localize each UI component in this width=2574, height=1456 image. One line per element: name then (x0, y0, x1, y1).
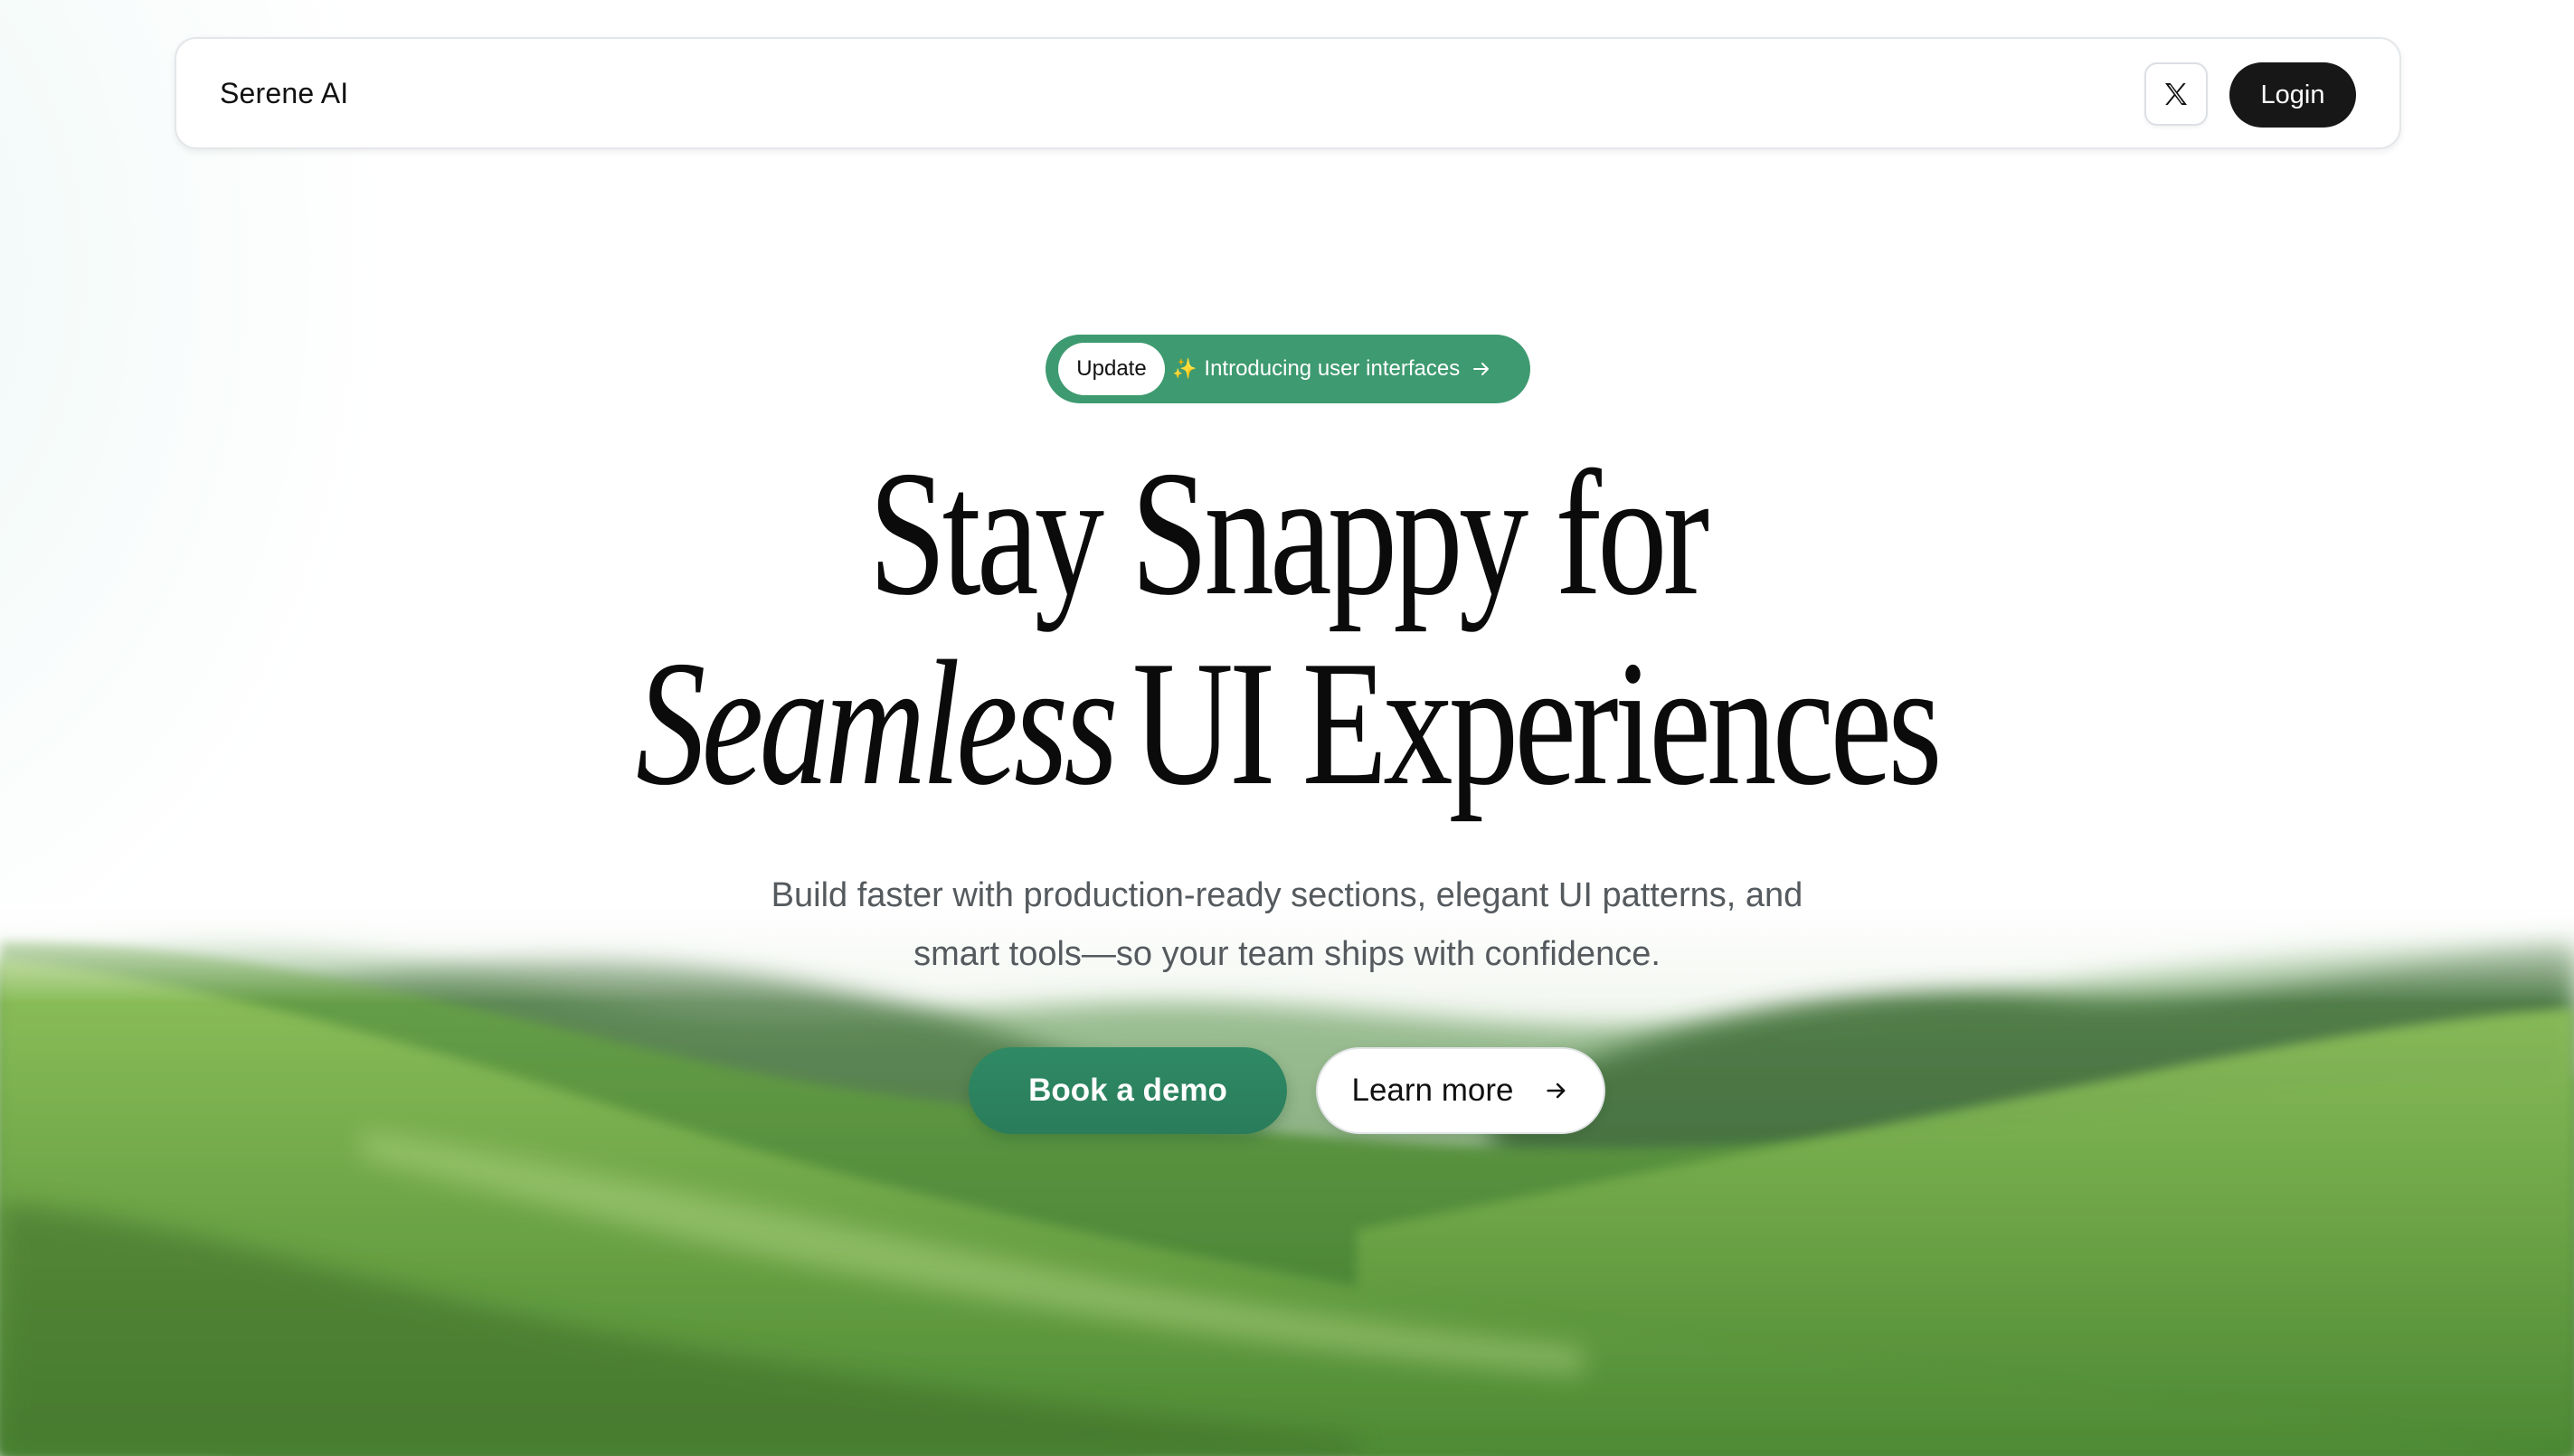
learn-more-label: Learn more (1351, 1073, 1514, 1108)
announcement-pill[interactable]: Update ✨ Introducing user interfaces (1046, 335, 1530, 403)
sparkles-icon: ✨ (1172, 357, 1197, 380)
hero-subtitle-line-1: Build faster with production-ready secti… (771, 876, 1803, 914)
x-social-button[interactable] (2144, 62, 2208, 126)
hero-title-rest: UI Experiences (1132, 624, 1942, 822)
landing-page: Serene AI Login Update ✨ Introducing use… (0, 0, 2574, 1456)
hero-title-italic: Seamless (636, 624, 1118, 822)
learn-more-button[interactable]: Learn more (1316, 1047, 1605, 1134)
hills-image (0, 904, 2574, 1456)
arrow-right-icon (1471, 358, 1492, 380)
top-navigation-bar: Serene AI Login (175, 37, 2401, 149)
x-logo-icon (2165, 83, 2187, 105)
hero-title-line-1: Stay Snappy for (868, 434, 1709, 632)
update-tag: Update (1058, 343, 1165, 395)
hero-subtitle: Build faster with production-ready secti… (0, 866, 2574, 984)
hero-subtitle-line-2: smart tools—so your team ships with conf… (913, 935, 1661, 973)
arrow-right-icon (1544, 1078, 1569, 1103)
announcement-content: ✨ Introducing user interfaces (1172, 335, 1492, 403)
login-button[interactable]: Login (2229, 62, 2356, 128)
hero-title-line-2: Seamless UI Experiences (283, 624, 2291, 823)
brand-name[interactable]: Serene AI (220, 39, 348, 147)
announcement-text: Introducing user interfaces (1204, 356, 1461, 381)
book-demo-button[interactable]: Book a demo (969, 1047, 1287, 1134)
hills-background (0, 904, 2574, 1456)
